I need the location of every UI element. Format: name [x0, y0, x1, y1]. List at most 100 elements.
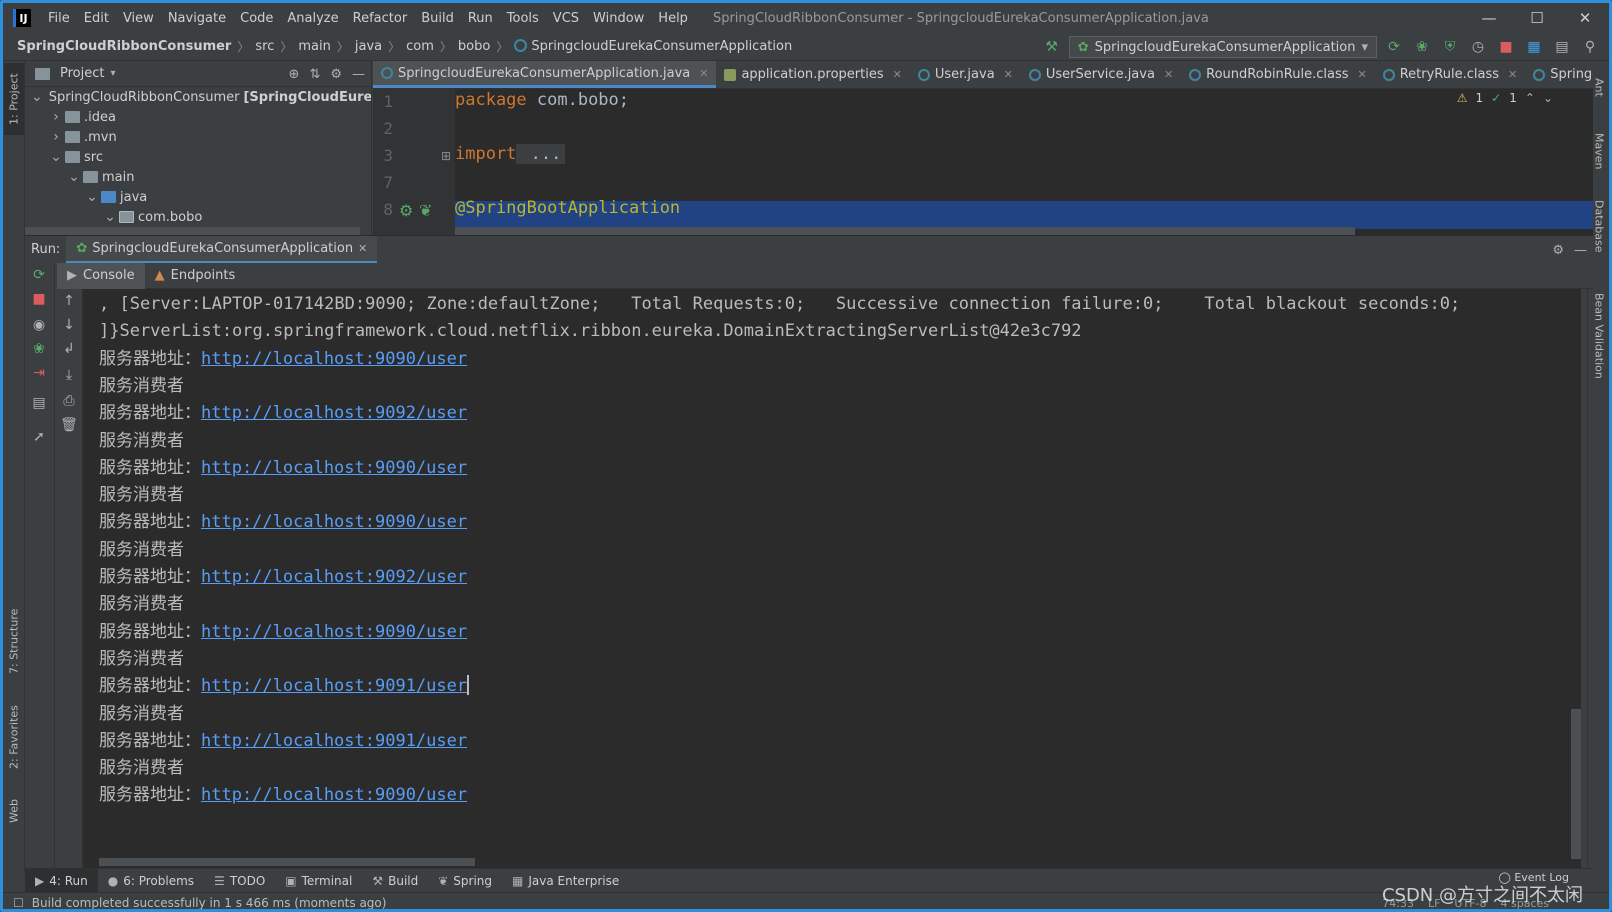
menu-edit[interactable]: Edit — [77, 11, 116, 26]
layout-icon[interactable]: ▤ — [1551, 36, 1573, 58]
tab-endpoints[interactable]: ▲ Endpoints — [145, 263, 246, 289]
tree-item-main[interactable]: ⌄ main — [25, 167, 371, 187]
locate-icon[interactable]: ⊕ — [289, 67, 300, 82]
menu-view[interactable]: View — [116, 11, 161, 26]
hide-icon[interactable]: — — [352, 67, 365, 82]
debug-icon[interactable]: ❀ — [25, 339, 53, 359]
coverage-icon[interactable]: ⛨ — [1439, 36, 1461, 58]
console-link[interactable]: http://localhost:9090/user — [201, 785, 467, 805]
breadcrumb-file[interactable]: SpringcloudEurekaConsumerApplication — [510, 39, 796, 54]
console-link[interactable]: http://localhost:9091/user — [201, 731, 467, 751]
menu-vcs[interactable]: VCS — [546, 11, 586, 26]
editor-tab-userservice-java[interactable]: UserService.java ✕ — [1021, 61, 1181, 88]
chevron-down-icon[interactable]: ▾ — [110, 68, 115, 79]
chevron-down-icon[interactable]: ⌄ — [1543, 91, 1553, 105]
menu-refactor[interactable]: Refactor — [346, 11, 415, 26]
menu-run[interactable]: Run — [461, 11, 500, 26]
profile-icon[interactable]: ◷ — [1467, 36, 1489, 58]
search-icon[interactable]: ⚲ — [1579, 36, 1601, 58]
tab-web[interactable]: Web — [4, 789, 24, 833]
status-square-icon[interactable]: ☐ — [13, 896, 24, 910]
editor-tab-roundrobinrule-class[interactable]: RoundRobinRule.class ✕ — [1181, 61, 1375, 88]
rerun-icon[interactable]: ⟳ — [25, 265, 53, 285]
breadcrumb-project[interactable]: SpringCloudRibbonConsumer — [13, 39, 235, 54]
tool-tab-java-enterprise[interactable]: ▦ Java Enterprise — [502, 869, 629, 893]
editor-tab-retryrule-class[interactable]: RetryRule.class ✕ — [1375, 61, 1526, 88]
tool-tab-terminal[interactable]: ▣ Terminal — [275, 869, 362, 893]
print-icon[interactable]: ⎙ — [55, 391, 83, 411]
chevron-down-icon[interactable]: ⌄ — [67, 169, 81, 185]
run-tab[interactable]: ✿ SpringcloudEurekaConsumerApplication ✕ — [66, 235, 378, 264]
chevron-right-icon[interactable]: › — [49, 109, 63, 125]
project-panel-title[interactable]: Project — [60, 66, 104, 81]
console-link[interactable]: http://localhost:9091/user — [201, 676, 467, 696]
tab-bean-validation[interactable]: Bean Validation — [1589, 281, 1609, 391]
tool-tab-build[interactable]: ⚒ Build — [362, 869, 428, 893]
debug-icon[interactable]: ❀ — [1411, 36, 1433, 58]
console-output[interactable]: , [Server:LAPTOP-017142BD:9090; Zone:def… — [83, 289, 1581, 868]
fold-icon[interactable]: ⊞ — [441, 149, 451, 163]
menu-code[interactable]: Code — [233, 11, 280, 26]
trash-icon[interactable]: 🗑 — [55, 415, 83, 435]
rerun-icon[interactable]: ⟳ — [1383, 36, 1405, 58]
tool-tab-4-run[interactable]: ▶ 4: Run — [25, 868, 98, 893]
console-vertical-scrollbar[interactable] — [1571, 709, 1581, 859]
editor-tab-user-java[interactable]: User.java ✕ — [910, 61, 1021, 88]
breadcrumb-src[interactable]: src — [251, 39, 278, 54]
tree-item-com-bobo[interactable]: ⌄ com.bobo — [25, 207, 371, 227]
stop-icon[interactable]: ■ — [1495, 36, 1517, 58]
close-icon[interactable]: ✕ — [893, 68, 902, 81]
run-gutter-icon[interactable]: ⚙ — [399, 201, 413, 220]
menu-help[interactable]: Help — [651, 11, 695, 26]
spring-gutter-icon[interactable]: ❦ — [419, 201, 432, 220]
tree-item--idea[interactable]: › .idea — [25, 107, 371, 127]
console-link[interactable]: http://localhost:9090/user — [201, 512, 467, 532]
tree-item-java[interactable]: ⌄ java — [25, 187, 371, 207]
tree-item-springcloudribbonconsumer[interactable]: ⌄ SpringCloudRibbonConsumer [SpringCloudEu… — [25, 87, 371, 107]
arrow-up-icon[interactable]: ↑ — [55, 291, 83, 311]
tree-item--mvn[interactable]: › .mvn — [25, 127, 371, 147]
gear-icon[interactable]: ⚙ — [1552, 243, 1564, 258]
hide-icon[interactable]: — — [1574, 243, 1587, 258]
close-icon[interactable]: ✕ — [1508, 68, 1517, 81]
soft-wrap-icon[interactable]: ↲ — [55, 339, 83, 359]
tab-favorites[interactable]: 2: Favorites — [4, 697, 24, 777]
build-hammer-icon[interactable]: ⚒ — [1041, 36, 1063, 58]
tree-item-src[interactable]: ⌄ src — [25, 147, 371, 167]
code-editor[interactable]: 1 package com.bobo; 2 3 import ... 7 8 @SpringB… — [373, 89, 1593, 235]
tool-tab-todo[interactable]: ☰ TODO — [204, 869, 275, 893]
editor-tab-application-properties[interactable]: application.properties ✕ — [716, 61, 909, 88]
chevron-down-icon[interactable]: ⌄ — [49, 149, 63, 165]
exit-icon[interactable]: ⇥ — [25, 363, 53, 383]
chevron-down-icon[interactable]: ⌄ — [85, 189, 99, 205]
tool-tab-spring[interactable]: ❦ Spring — [428, 869, 502, 893]
chevron-down-icon[interactable]: ⌄ — [103, 209, 117, 225]
editor-tab-springcloudeurekaconsumerapplication-java[interactable]: SpringcloudEurekaConsumerApplication.jav… — [373, 61, 717, 88]
close-icon[interactable]: ✕ — [1004, 68, 1013, 81]
breadcrumb-com[interactable]: com — [402, 39, 438, 54]
console-link[interactable]: http://localhost:9090/user — [201, 622, 467, 642]
breadcrumb-bobo[interactable]: bobo — [454, 39, 494, 54]
menu-tools[interactable]: Tools — [500, 11, 546, 26]
inspection-widget[interactable]: ⚠ 1 ✓ 1 ⌃ ⌄ — [1457, 91, 1553, 105]
layout-icon[interactable]: ▤ — [25, 393, 53, 413]
menu-analyze[interactable]: Analyze — [280, 11, 345, 26]
arrow-down-icon[interactable]: ↓ — [55, 315, 83, 335]
console-link[interactable]: http://localhost:9092/user — [201, 567, 467, 587]
menu-file[interactable]: File — [41, 11, 77, 26]
menu-navigate[interactable]: Navigate — [161, 11, 233, 26]
minimize-icon[interactable]: — — [1465, 3, 1513, 33]
console-link[interactable]: http://localhost:9092/user — [201, 403, 467, 423]
chevron-right-icon[interactable]: › — [49, 129, 63, 145]
console-link[interactable]: http://localhost:9090/user — [201, 458, 467, 478]
editor-tab-springcloudeurekac[interactable]: SpringcloudEurekaC — [1525, 61, 1593, 88]
pin-icon[interactable]: ➚ — [25, 427, 53, 447]
collapse-all-icon[interactable]: ⇅ — [309, 67, 320, 82]
editor-horizontal-scrollbar[interactable] — [455, 227, 1355, 235]
project-structure-icon[interactable]: ▦ — [1523, 36, 1545, 58]
chevron-up-icon[interactable]: ⌃ — [1525, 91, 1535, 105]
scroll-to-end-icon[interactable]: ⤓ — [55, 365, 83, 385]
close-icon[interactable]: ✕ — [1164, 68, 1173, 81]
close-icon[interactable]: ✕ — [699, 67, 708, 80]
tab-console[interactable]: ▶ Console — [57, 262, 145, 289]
